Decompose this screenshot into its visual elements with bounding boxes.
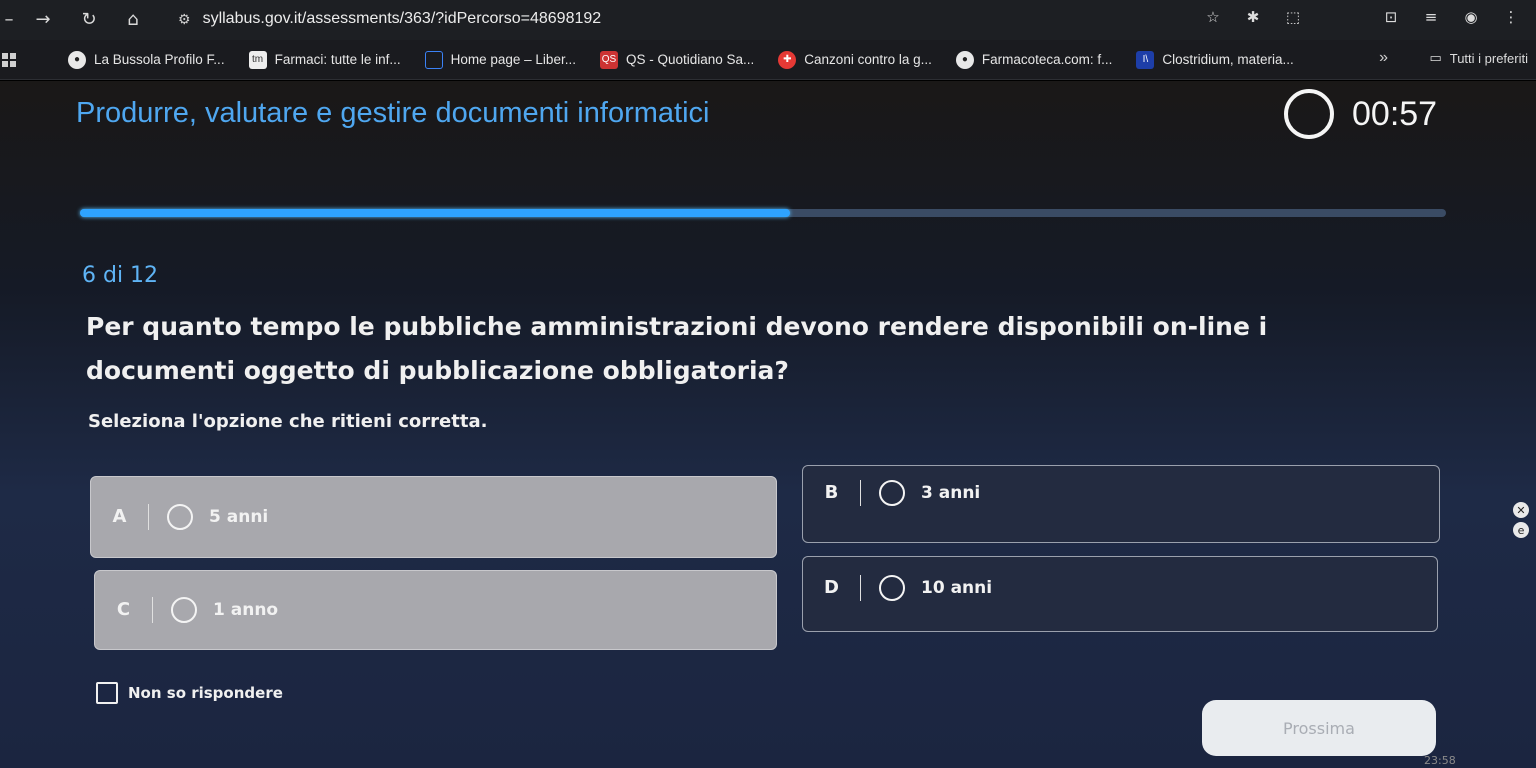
radio-icon[interactable]: [879, 480, 905, 506]
option-text: 1 anno: [213, 600, 279, 620]
emergency-favicon-icon: ✚: [778, 50, 797, 69]
option-c[interactable]: C 1 anno: [94, 570, 777, 650]
media-icon[interactable]: ≡: [1420, 6, 1442, 28]
progress-bar: [80, 209, 1446, 217]
option-letter: A: [91, 504, 149, 530]
dont-know-label: Non so rispondere: [128, 684, 283, 702]
globe-icon: ●: [68, 50, 86, 69]
folder-icon: ▭: [1429, 50, 1442, 65]
option-d[interactable]: D 10 anni: [802, 556, 1438, 632]
radio-icon[interactable]: [879, 575, 905, 601]
instruction-text: Seleziona l'opzione che ritieni corretta…: [88, 411, 488, 432]
checkbox-icon[interactable]: [96, 682, 118, 704]
option-text: 3 anni: [921, 483, 981, 503]
question-text: Per quanto tempo le pubbliche amministra…: [86, 312, 1268, 385]
option-b[interactable]: B 3 anni: [802, 465, 1440, 543]
bookmark-canzoni[interactable]: ✚ Canzoni contro la g...: [778, 50, 932, 69]
dont-know-checkbox[interactable]: Non so rispondere: [96, 682, 283, 704]
option-text: 5 anni: [209, 507, 269, 527]
radio-icon[interactable]: [167, 504, 193, 530]
page-title: Produrre, valutare e gestire documenti i…: [76, 97, 710, 129]
qs-favicon-icon: QS: [599, 50, 618, 69]
close-icon[interactable]: ✕: [1513, 502, 1529, 518]
forward-icon[interactable]: →: [32, 7, 54, 31]
reload-icon[interactable]: ↻: [78, 7, 100, 31]
menu-icon[interactable]: ⋮: [1500, 6, 1522, 28]
question-counter: 6 di 12: [82, 263, 159, 288]
next-button[interactable]: Prossima: [1202, 700, 1436, 756]
bookmark-la-bussola[interactable]: ● La Bussola Profilo F...: [68, 50, 225, 69]
book-favicon-icon: I\: [1136, 50, 1155, 69]
progress-fill: [80, 209, 791, 217]
option-letter: D: [803, 575, 861, 601]
globe-icon: ●: [955, 50, 974, 69]
accessibility-icon[interactable]: e: [1513, 522, 1529, 538]
option-a[interactable]: A 5 anni: [90, 476, 777, 558]
timer: 00:57: [1284, 89, 1437, 139]
bookmark-home-page-liber[interactable]: Home page – Liber...: [424, 50, 576, 69]
tm-favicon-icon: tm: [248, 50, 267, 69]
cast-icon[interactable]: ⊡: [1380, 6, 1402, 28]
quiz-page: Produrre, valutare e gestire documenti i…: [0, 81, 1536, 768]
extensions-puzzle-icon[interactable]: ⬚: [1282, 6, 1304, 28]
side-widget: ✕ e: [1508, 502, 1534, 552]
timer-ring-icon: [1284, 89, 1334, 139]
page-icon: [424, 50, 443, 69]
system-clock: 23:58: [1424, 754, 1456, 767]
browser-toolbar: – → ↻ ⌂ ⚙ syllabus.gov.it/assessments/36…: [0, 0, 1536, 40]
radio-icon[interactable]: [171, 597, 197, 623]
profile-icon[interactable]: ◉: [1460, 6, 1482, 28]
bookmark-farmacoteca[interactable]: ● Farmacoteca.com: f...: [955, 50, 1112, 69]
bookmark-qs[interactable]: QS QS - Quotidiano Sa...: [599, 50, 754, 69]
back-icon[interactable]: –: [2, 7, 16, 31]
option-letter: B: [803, 480, 861, 506]
apps-icon[interactable]: [2, 52, 16, 67]
home-icon[interactable]: ⌂: [122, 7, 144, 31]
bookmark-clostridium[interactable]: I\ Clostridium, materia...: [1136, 50, 1294, 69]
url-text: syllabus.gov.it/assessments/363/?idPerco…: [202, 10, 602, 27]
all-bookmarks-folder[interactable]: ▭ Tutti i preferiti: [1429, 50, 1528, 66]
bookmarks-bar: ● La Bussola Profilo F... tm Farmaci: tu…: [0, 40, 1536, 80]
more-bookmarks-icon[interactable]: »: [1379, 49, 1388, 67]
extension-icon[interactable]: ✱: [1242, 6, 1264, 28]
address-bar[interactable]: ⚙ syllabus.gov.it/assessments/363/?idPer…: [178, 6, 601, 32]
star-icon[interactable]: ☆: [1202, 6, 1224, 28]
site-settings-icon[interactable]: ⚙: [178, 11, 191, 28]
option-letter: C: [95, 597, 153, 623]
timer-value: 00:57: [1352, 94, 1438, 133]
bookmark-farmaci[interactable]: tm Farmaci: tutte le inf...: [248, 50, 401, 69]
option-text: 10 anni: [921, 578, 993, 598]
